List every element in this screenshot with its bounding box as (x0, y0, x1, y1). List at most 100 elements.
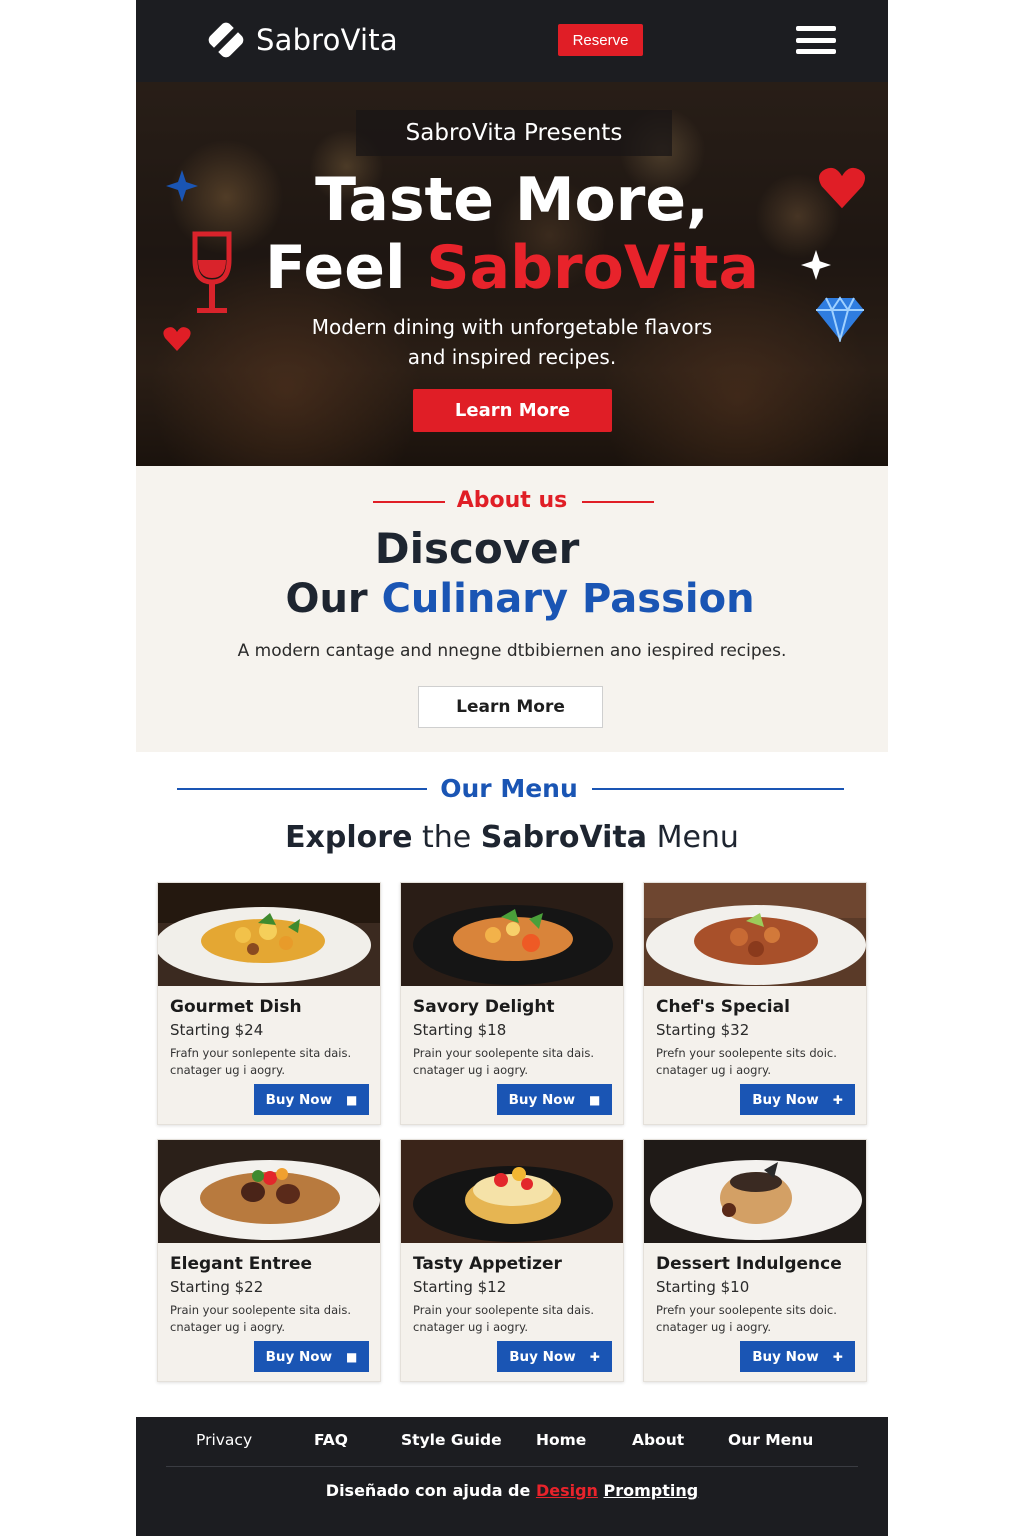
buy-now-label: Buy Now (509, 1348, 576, 1365)
menu-item-description: Prain your soolepente sita dais. cnatage… (413, 1046, 594, 1077)
footer-credit: Diseñado con ajuda de Design Prompting (136, 1481, 888, 1500)
menu-item-name: Savory Delight (413, 997, 555, 1017)
buy-now-label: Buy Now (265, 1091, 333, 1108)
footer-link-faq[interactable]: FAQ (314, 1431, 348, 1449)
menu-title-end: Menu (647, 820, 739, 855)
menu-item-description: Prain your soolepente sita dais. cnatage… (170, 1303, 351, 1334)
plus-icon: ✚ (832, 1349, 843, 1364)
menu-card-tasty-appetizer: Tasty Appetizer Starting $12 Prain your … (400, 1139, 624, 1382)
stop-icon: ■ (589, 1092, 601, 1107)
menu-section: Our Menu Explore the SabroVita Menu Gour… (136, 752, 888, 1417)
hamburger-menu-icon[interactable] (796, 26, 836, 54)
dish-image (401, 1140, 623, 1243)
buy-now-button[interactable]: Buy Now ✚ (740, 1084, 855, 1115)
menu-item-price: Starting $12 (413, 1278, 507, 1296)
menu-item-price: Starting $24 (170, 1021, 264, 1039)
hero-title-prefix: Feel (265, 233, 427, 303)
reserve-button[interactable]: Reserve (558, 24, 643, 56)
menu-item-description: Prefn your soolepente sits doic. cnatage… (656, 1303, 837, 1334)
footer: Privacy FAQ Style Guide Home About Our M… (136, 1417, 888, 1536)
footer-link-our-menu[interactable]: Our Menu (728, 1431, 813, 1449)
blue-sparkle-icon (166, 170, 198, 206)
diamond-icon (814, 296, 866, 346)
dish-image (644, 1140, 866, 1243)
menu-card-elegant-entree: Elegant Entree Starting $22 Prain your s… (157, 1139, 381, 1382)
menu-card-gourmet-dish: Gourmet Dish Starting $24 Frafn your son… (157, 882, 381, 1125)
brand-name: SabroVita (256, 23, 398, 57)
credit-link-design[interactable]: Design (536, 1481, 598, 1500)
buy-now-button[interactable]: Buy Now ✚ (497, 1341, 612, 1372)
plus-icon: ✚ (589, 1349, 600, 1364)
buy-now-label: Buy Now (752, 1091, 819, 1108)
footer-link-privacy[interactable]: Privacy (196, 1431, 252, 1449)
menu-item-name: Elegant Entree (170, 1254, 313, 1274)
menu-item-price: Starting $22 (170, 1278, 264, 1296)
menu-item-name: Gourmet Dish (170, 997, 302, 1017)
buy-now-button[interactable]: Buy Now ■ (497, 1084, 612, 1115)
menu-title-bold1: Explore (285, 820, 413, 855)
top-navbar: SabroVita Reserve (136, 0, 888, 82)
menu-title-bold2: SabroVita (480, 820, 648, 855)
menu-bar-line (796, 49, 836, 54)
menu-card-savory-delight: Savory Delight Starting $18 Prain your s… (400, 882, 624, 1125)
about-description: A modern cantage and nnegne dtbibiernen … (237, 641, 787, 661)
about-title-line1: Discover (374, 524, 580, 573)
stop-icon: ■ (346, 1092, 358, 1107)
about-title-accent: Culinary Passion (381, 576, 755, 622)
about-eyebrow: About us (456, 488, 568, 513)
page: SabroVita Reserve SabroVita Presents Tas… (136, 0, 888, 1536)
menu-item-description: Prefn your soolepente sits doic. cnatage… (656, 1046, 837, 1077)
brand-logo[interactable]: SabroVita (206, 20, 398, 60)
menu-item-name: Tasty Appetizer (413, 1254, 562, 1274)
buy-now-label: Buy Now (752, 1348, 819, 1365)
dish-image (158, 883, 380, 986)
menu-title-mid: the (412, 820, 481, 855)
footer-divider (166, 1466, 858, 1467)
dish-image (158, 1140, 380, 1243)
footer-nav: Privacy FAQ Style Guide Home About Our M… (136, 1431, 888, 1455)
logo-mark-icon (206, 20, 246, 60)
menu-item-price: Starting $18 (413, 1021, 507, 1039)
wine-glass-icon (192, 230, 232, 320)
buy-now-button[interactable]: Buy Now ✚ (740, 1341, 855, 1372)
dish-image (401, 883, 623, 986)
heart-icon (818, 166, 866, 214)
hero-subtitle-line2: and inspired recipes. (407, 345, 617, 369)
footer-link-about[interactable]: About (632, 1431, 684, 1449)
menu-title: Explore the SabroVita Menu (136, 820, 888, 855)
hero-title: Taste More, Feel SabroVita (136, 166, 888, 302)
dish-image (644, 883, 866, 986)
hero-subtitle-line1: Modern dining with unforgetable flavors (311, 315, 713, 339)
buy-now-label: Buy Now (265, 1348, 333, 1365)
small-heart-icon (163, 326, 191, 356)
menu-card-chefs-special: Chef's Special Starting $32 Prefn your s… (643, 882, 867, 1125)
footer-link-style-guide[interactable]: Style Guide (401, 1431, 502, 1449)
buy-now-button[interactable]: Buy Now ■ (254, 1084, 369, 1115)
menu-item-price: Starting $32 (656, 1021, 750, 1039)
buy-now-button[interactable]: Buy Now ■ (254, 1341, 369, 1372)
menu-eyebrow: Our Menu (440, 774, 578, 803)
menu-bar-line (796, 26, 836, 31)
menu-card-dessert-indulgence: Dessert Indulgence Starting $10 Prefn yo… (643, 1139, 867, 1382)
menu-item-description: Prain your soolepente sita dais. cnatage… (413, 1303, 594, 1334)
about-learn-more-button[interactable]: Learn More (418, 686, 603, 728)
stop-icon: ■ (346, 1349, 358, 1364)
menu-item-description: Frafn your sonlepente sita dais. cnatage… (170, 1046, 352, 1077)
menu-item-name: Dessert Indulgence (656, 1254, 842, 1274)
hero-section: SabroVita Presents Taste More, Feel Sabr… (136, 82, 888, 466)
menu-bar-line (796, 37, 836, 43)
white-sparkle-icon (801, 250, 831, 284)
hero-title-line2: Feel SabroVita (136, 234, 888, 302)
footer-link-home[interactable]: Home (536, 1431, 586, 1449)
menu-item-price: Starting $10 (656, 1278, 750, 1296)
hero-learn-more-button[interactable]: Learn More (413, 389, 612, 432)
hero-title-line1: Taste More, (315, 165, 709, 235)
hero-subtitle: Modern dining with unforgetable flavors … (256, 312, 768, 372)
credit-prefix: Diseñado con ajuda de (325, 1481, 536, 1500)
hero-kicker: SabroVita Presents (356, 110, 672, 156)
about-title-line2: Our Culinary Passion (136, 576, 888, 622)
about-title-prefix: Our (285, 576, 382, 622)
buy-now-label: Buy Now (508, 1091, 576, 1108)
about-section: About us Discover Our Culinary Passion A… (136, 466, 888, 752)
credit-link-prompting[interactable]: Prompting (604, 1481, 699, 1500)
